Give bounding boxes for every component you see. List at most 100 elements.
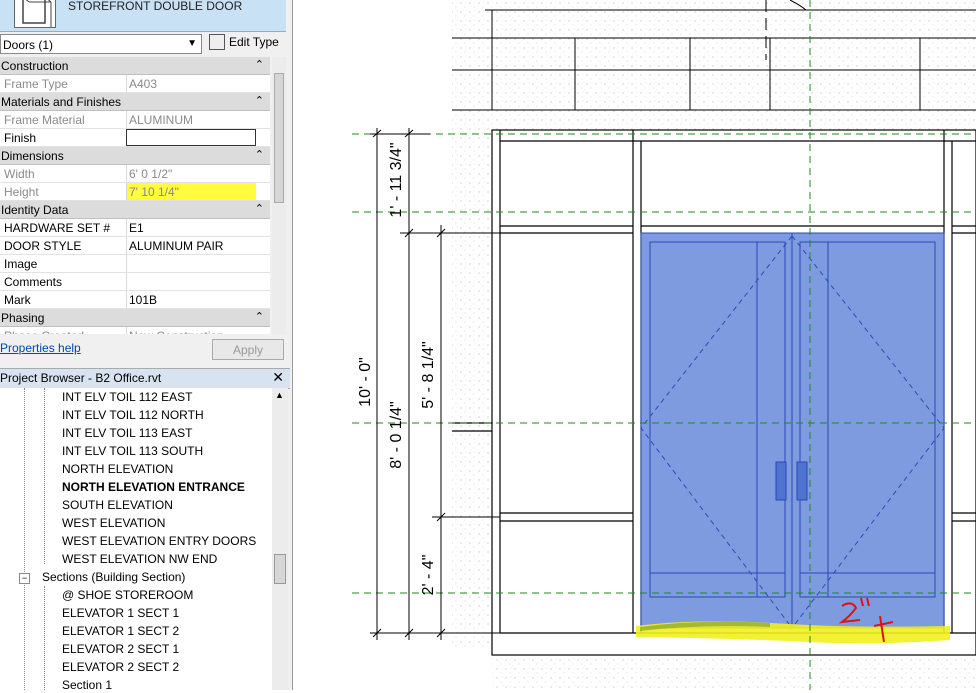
property-name: DOOR STYLE [4, 239, 82, 253]
dim-lower-panel-height: 2' - 4" [420, 555, 437, 596]
project-browser-title: Project Browser - B2 Office.rvt [0, 371, 162, 385]
property-group-header[interactable]: Phasing ⌃ [0, 309, 270, 327]
property-value[interactable]: 7' 10 1/4" [126, 183, 256, 200]
element-selector-value: Doors (1) [3, 38, 54, 52]
collapse-icon[interactable]: ⌃ [255, 58, 264, 71]
properties-panel: STOREFRONT DOUBLE DOOR Doors (1) ▼ Edit … [0, 0, 293, 690]
wall-hatch-left [452, 130, 492, 650]
property-row[interactable]: Height 7' 10 1/4" [0, 183, 270, 201]
dim-overall-height: 10' - 0" [357, 357, 374, 407]
tree-view-item[interactable]: INT ELV TOIL 113 SOUTH [62, 444, 203, 458]
tree-view-item[interactable]: ELEVATOR 2 SECT 2 [62, 660, 179, 674]
property-value[interactable] [126, 129, 256, 146]
drawing-canvas[interactable]: 10' - 0" 1' - 11 3/4" 5' - 8 1/4" 8' - 0… [293, 0, 976, 690]
property-group-header[interactable]: Identity Data ⌃ [0, 201, 270, 219]
property-row[interactable]: Finish [0, 129, 270, 147]
property-group-label: Materials and Finishes [1, 95, 122, 109]
property-group-header[interactable]: Dimensions ⌃ [0, 147, 270, 165]
property-name: Image [4, 257, 38, 271]
property-group-label: Phasing [1, 311, 45, 325]
property-value[interactable]: ALUMINUM [126, 111, 256, 128]
tree-view-item[interactable]: @ SHOE STOREROOM [62, 588, 193, 602]
property-name: Width [4, 167, 35, 181]
tree-branch-line [44, 586, 45, 690]
collapse-icon[interactable]: ⌃ [255, 310, 264, 323]
tree-view-item[interactable]: INT ELV TOIL 112 EAST [62, 390, 193, 404]
type-selector-header[interactable]: STOREFRONT DOUBLE DOOR [0, 0, 286, 32]
elevation-drawing: 10' - 0" 1' - 11 3/4" 5' - 8 1/4" 8' - 0… [293, 0, 976, 690]
tree-view-item[interactable]: NORTH ELEVATION ENTRANCE [62, 480, 245, 494]
properties-help-link[interactable]: Properties help [0, 341, 81, 355]
chevron-down-icon[interactable]: ▼ [187, 38, 197, 49]
property-row[interactable]: Mark 101B [0, 291, 270, 309]
property-row[interactable]: DOOR STYLE ALUMINUM PAIR [0, 237, 270, 255]
edit-type-icon [209, 34, 225, 50]
project-browser-scrollbar[interactable]: ▲ [272, 388, 288, 690]
property-row[interactable]: Frame Type A403 [0, 75, 270, 93]
door-type-thumbnail [14, 0, 56, 28]
property-name: Phase Created [4, 329, 124, 334]
property-row[interactable]: Image [0, 255, 270, 273]
property-row[interactable]: Frame Material ALUMINUM [0, 111, 270, 129]
tree-folder[interactable]: Sections (Building Section) [42, 570, 185, 584]
property-name: Finish [4, 131, 37, 145]
project-browser-tree: INT ELV TOIL 112 EAST INT ELV TOIL 112 NO… [0, 388, 272, 690]
tree-view-item[interactable]: Section 1 [62, 678, 112, 690]
property-value[interactable]: E1 [126, 219, 256, 236]
property-row[interactable]: Width 6' 0 1/2" [0, 165, 270, 183]
property-group-label: Dimensions [1, 149, 64, 163]
property-row[interactable]: Phase CreatedNew Construction [0, 327, 270, 334]
collapse-icon[interactable]: ⌃ [255, 148, 264, 161]
tree-view-item[interactable]: INT ELV TOIL 112 NORTH [62, 408, 204, 422]
wall-hatch-bottom [492, 655, 976, 690]
scrollbar-thumb[interactable] [274, 73, 284, 203]
property-group-label: Identity Data [1, 203, 69, 217]
edit-type-label: Edit Type [229, 35, 279, 49]
tree-view-item[interactable]: SOUTH ELEVATION [62, 498, 173, 512]
collapse-toggle-icon[interactable]: − [19, 573, 30, 584]
selected-door[interactable] [640, 232, 945, 630]
dim-upper-panel-height: 5' - 8 1/4" [420, 341, 437, 408]
property-value[interactable] [126, 255, 256, 272]
tree-view-item[interactable]: WEST ELEVATION NW END [62, 552, 217, 566]
property-row[interactable]: HARDWARE SET # E1 [0, 219, 270, 237]
dim-transom-height: 1' - 11 3/4" [388, 142, 405, 217]
dim-door-height: 8' - 0 1/4" [388, 401, 405, 468]
property-value[interactable]: New Construction [126, 327, 256, 334]
property-value[interactable] [126, 273, 256, 290]
property-value[interactable]: 101B [126, 291, 256, 308]
tree-branch-line [44, 388, 45, 564]
property-group-header[interactable]: Construction ⌃ [0, 57, 270, 75]
property-row[interactable]: Comments [0, 273, 270, 291]
properties-grid: Construction ⌃ Frame Type A403 Materials and… [0, 57, 270, 334]
property-name: HARDWARE SET # [4, 221, 111, 235]
property-value[interactable]: 6' 0 1/2" [126, 165, 256, 182]
tree-view-item[interactable]: ELEVATOR 2 SECT 1 [62, 642, 179, 656]
property-name: Height [4, 185, 39, 199]
type-name: STOREFRONT DOUBLE DOOR [68, 0, 243, 13]
apply-button[interactable]: Apply [212, 339, 284, 360]
property-name: Frame Material [4, 113, 85, 127]
close-icon[interactable]: ✕ [272, 369, 284, 386]
tree-view-item[interactable]: NORTH ELEVATION [62, 462, 173, 476]
tree-view-item[interactable]: ELEVATOR 1 SECT 1 [62, 606, 179, 620]
project-browser-title-bar: Project Browser - B2 Office.rvt ✕ [0, 368, 290, 389]
scroll-up-icon[interactable]: ▲ [275, 390, 284, 400]
property-value[interactable]: A403 [126, 75, 256, 92]
collapse-icon[interactable]: ⌃ [255, 202, 264, 215]
tree-view-item[interactable]: ELEVATOR 1 SECT 2 [62, 624, 179, 638]
tree-view-item[interactable]: WEST ELEVATION ENTRY DOORS [62, 534, 256, 548]
edit-type-button[interactable]: Edit Type [209, 34, 279, 54]
property-name: Mark [4, 293, 31, 307]
collapse-icon[interactable]: ⌃ [255, 94, 264, 107]
tree-view-item[interactable]: WEST ELEVATION [62, 516, 165, 530]
property-group-header[interactable]: Materials and Finishes ⌃ [0, 93, 270, 111]
tree-view-item[interactable]: INT ELV TOIL 113 EAST [62, 426, 193, 440]
element-selector-dropdown[interactable]: Doors (1) ▼ [0, 34, 202, 54]
scrollbar-thumb[interactable] [274, 554, 286, 584]
properties-scrollbar[interactable] [272, 57, 286, 334]
property-name: Frame Type [4, 77, 68, 91]
property-group-label: Construction [1, 59, 69, 73]
property-value[interactable]: ALUMINUM PAIR [126, 237, 256, 254]
tree-branch-line [24, 388, 25, 690]
